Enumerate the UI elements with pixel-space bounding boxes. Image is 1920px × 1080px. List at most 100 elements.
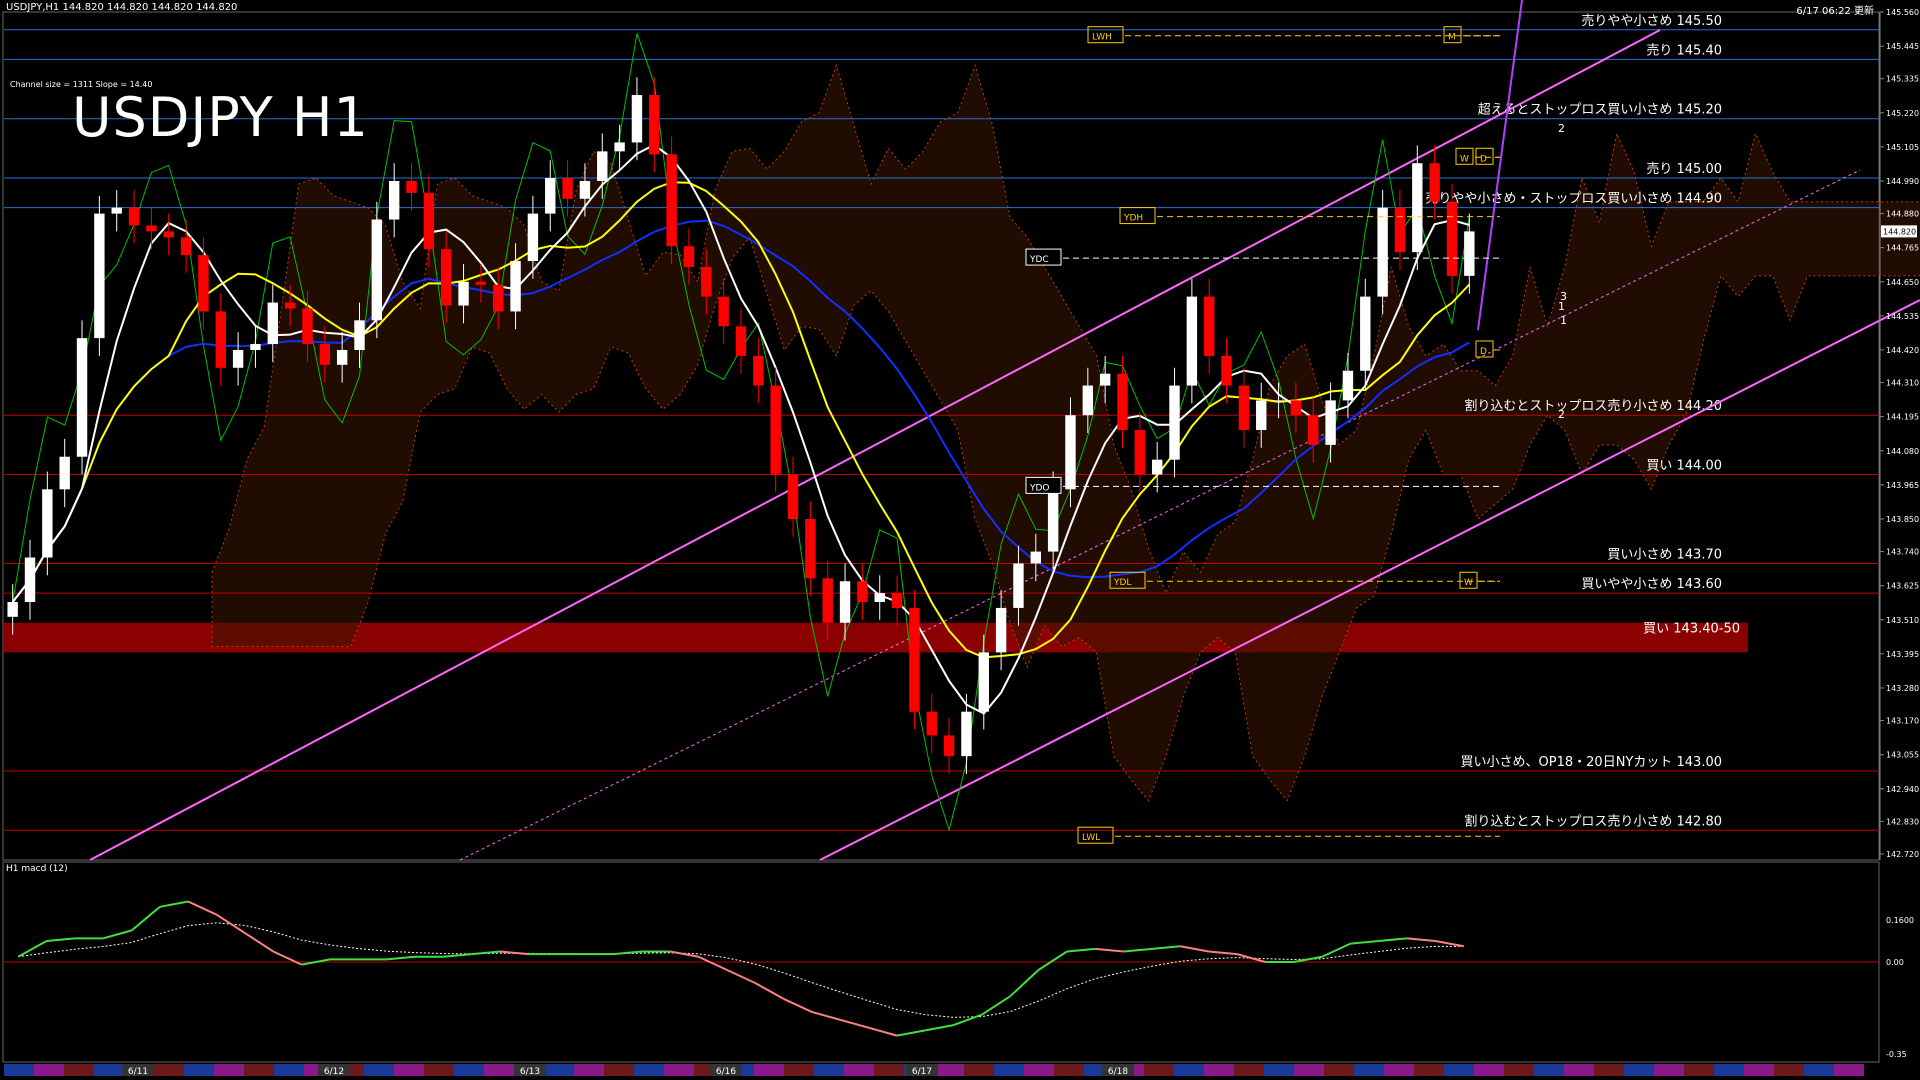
session-block xyxy=(34,1064,64,1076)
candle-body xyxy=(1412,163,1423,253)
candle-body xyxy=(180,237,192,256)
candle-body xyxy=(458,281,469,306)
marker-label: LWL xyxy=(1082,833,1100,843)
session-block xyxy=(844,1064,874,1076)
date-label: 6/18 xyxy=(1108,1067,1128,1077)
level-label: 売り 145.40 xyxy=(1646,42,1722,58)
wave-label: 1 xyxy=(1560,314,1567,327)
candle-body xyxy=(1082,385,1094,416)
marker-label: W xyxy=(1460,154,1469,164)
session-block xyxy=(604,1064,634,1076)
candle-body xyxy=(753,355,764,386)
level-label: 買い 144.00 xyxy=(1646,459,1722,474)
candle-body xyxy=(787,474,799,519)
macd-tick-label: 0.00 xyxy=(1886,958,1904,967)
session-block xyxy=(1264,1064,1294,1076)
marker-label: D xyxy=(1480,154,1487,164)
wave-label: 3 xyxy=(1560,290,1567,303)
marker-label: YDL xyxy=(1113,578,1131,588)
candle-body xyxy=(1342,370,1354,401)
level-label: 買い小さめ 143.70 xyxy=(1607,547,1722,562)
session-block xyxy=(64,1064,94,1076)
candle-body xyxy=(94,213,105,339)
session-block xyxy=(784,1064,814,1076)
candle-body xyxy=(24,557,36,602)
candle-body xyxy=(1151,459,1163,475)
candle-body xyxy=(701,266,712,297)
candle-body xyxy=(406,180,417,193)
session-block xyxy=(1654,1064,1684,1076)
date-label: 6/16 xyxy=(716,1067,736,1077)
level-label: 割り込むとストップロス売り小さめ 142.80 xyxy=(1464,813,1722,829)
candle-body xyxy=(805,518,816,579)
price-tick-label: 142.940 xyxy=(1886,785,1919,794)
session-block xyxy=(1294,1064,1324,1076)
updated-timestamp: 6/17 06:22 更新 xyxy=(1796,6,1874,17)
candle-body xyxy=(1117,373,1128,431)
session-block xyxy=(574,1064,604,1076)
candle-body xyxy=(1047,489,1059,552)
level-label: 売りやや小さめ・ストップロス買い小さめ 144.90 xyxy=(1425,191,1722,207)
candle-body xyxy=(649,95,660,155)
candle-body xyxy=(163,231,174,238)
date-label: 6/12 xyxy=(324,1067,344,1077)
session-block xyxy=(634,1064,664,1076)
session-block xyxy=(1684,1064,1714,1076)
level-label: 買い 143.40-50 xyxy=(1643,622,1740,637)
price-tick-label: 143.965 xyxy=(1886,481,1919,490)
candle-body xyxy=(111,207,122,214)
marker-label: YDO xyxy=(1029,483,1050,493)
session-block xyxy=(814,1064,844,1076)
price-tick-label: 143.280 xyxy=(1886,684,1919,693)
candle-body xyxy=(1065,415,1076,490)
candle-body xyxy=(614,142,625,152)
current-price-label: 144.820 xyxy=(1883,227,1916,236)
candle-body xyxy=(1099,373,1111,386)
price-tick-label: 144.535 xyxy=(1886,312,1919,321)
price-tick-label: 145.445 xyxy=(1886,42,1919,51)
candle-body xyxy=(718,296,729,327)
candle-body xyxy=(1290,400,1302,416)
session-block xyxy=(1204,1064,1234,1076)
level-label: 買いやや小さめ 143.60 xyxy=(1581,577,1722,592)
candle-body xyxy=(475,281,487,285)
session-block xyxy=(1834,1064,1864,1076)
candle-body xyxy=(510,261,521,312)
price-tick-label: 144.420 xyxy=(1886,346,1919,355)
date-label: 6/17 xyxy=(912,1067,932,1077)
session-block xyxy=(1534,1064,1564,1076)
session-block xyxy=(274,1064,304,1076)
candle-body xyxy=(128,207,140,226)
candle-body xyxy=(597,151,608,181)
session-block xyxy=(1024,1064,1054,1076)
candle-body xyxy=(1446,201,1458,276)
level-label: 割り込むとストップロス売り小さめ 144.20 xyxy=(1464,398,1722,414)
session-block xyxy=(94,1064,124,1076)
macd-tick-label: 0.1600 xyxy=(1886,916,1914,925)
session-block xyxy=(244,1064,274,1076)
candle-body xyxy=(1464,231,1475,276)
price-tick-label: 143.055 xyxy=(1886,751,1919,760)
candle-body xyxy=(1325,400,1336,445)
price-tick-label: 144.080 xyxy=(1886,447,1919,456)
price-chart: 売りやや小さめ 145.50 売り 145.40 超えるとストップロス買い小さめ 1… xyxy=(0,0,1920,1080)
candle-body xyxy=(839,581,851,623)
session-block xyxy=(1504,1064,1534,1076)
session-block xyxy=(214,1064,244,1076)
symbol-header: USDJPY,H1 144.820 144.820 144.820 144.82… xyxy=(6,2,238,13)
price-tick-label: 143.170 xyxy=(1886,717,1919,726)
candle-body xyxy=(1308,415,1319,445)
price-tick-label: 144.195 xyxy=(1886,413,1919,422)
session-block xyxy=(1384,1064,1414,1076)
session-block xyxy=(184,1064,214,1076)
date-label: 6/11 xyxy=(128,1067,148,1077)
session-block xyxy=(1354,1064,1384,1076)
wave-label: 2 xyxy=(1558,408,1565,421)
price-tick-label: 142.830 xyxy=(1886,817,1919,826)
level-label: 売りやや小さめ 145.50 xyxy=(1581,13,1722,29)
candle-body xyxy=(1169,385,1180,460)
price-tick-label: 143.740 xyxy=(1886,548,1919,557)
candle-body xyxy=(770,385,781,475)
session-block xyxy=(484,1064,514,1076)
candle-body xyxy=(666,154,677,247)
